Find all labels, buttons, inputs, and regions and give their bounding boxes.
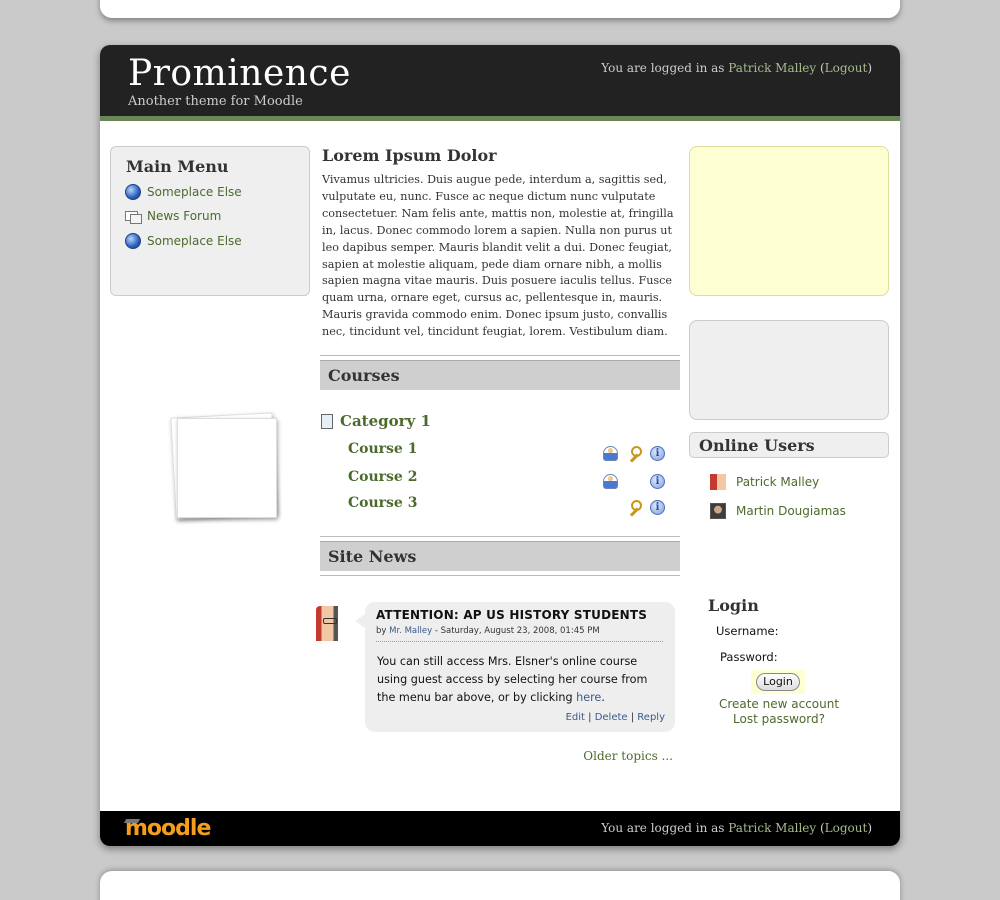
post-author-link[interactable]: Mr. Malley <box>389 626 432 636</box>
page-container: Prominence Another theme for Moodle You … <box>100 45 900 846</box>
password-label: Password: <box>720 650 778 664</box>
divider <box>320 575 680 576</box>
courses-heading-bar: Courses <box>320 360 680 390</box>
online-user-2[interactable]: Martin Dougiamas <box>710 503 846 519</box>
post-title[interactable]: ATTENTION: AP US HISTORY STUDENTS <box>376 608 647 622</box>
courses-heading: Courses <box>328 366 400 385</box>
site-news-heading: Site News <box>328 547 417 566</box>
menu-item-label: Someplace Else <box>147 234 242 248</box>
login-block-title: Login <box>708 596 759 615</box>
create-account-link[interactable]: Create new account <box>699 697 859 711</box>
login-button[interactable]: Login <box>756 673 800 691</box>
logout-link[interactable]: Logout <box>825 61 868 75</box>
info-icon[interactable]: i <box>650 500 665 515</box>
main-menu-block: Main Menu Someplace Else News Forum Some… <box>110 146 310 296</box>
post-here-link[interactable]: here <box>576 691 601 704</box>
site-news-heading-bar: Site News <box>320 541 680 571</box>
guest-access-icon[interactable] <box>603 446 618 461</box>
lost-password-link[interactable]: Lost password? <box>699 712 859 726</box>
online-users-header: Online Users <box>689 432 889 458</box>
delete-link[interactable]: Delete <box>595 712 628 723</box>
next-page-card <box>100 871 900 900</box>
post-actions: Edit | Delete | Reply <box>565 712 665 723</box>
online-user-name: Patrick Malley <box>736 475 820 489</box>
site-footer: moodle You are logged in as Patrick Mall… <box>100 811 900 846</box>
site-title[interactable]: Prominence <box>128 53 351 94</box>
login-prefix: You are logged in as <box>601 61 725 75</box>
course-link-1[interactable]: Course 1 <box>348 441 417 457</box>
menu-item-someplace-else-2[interactable]: Someplace Else <box>125 233 242 249</box>
online-user-1[interactable]: Patrick Malley <box>710 474 819 490</box>
previous-page-card <box>100 0 900 18</box>
author-avatar[interactable] <box>316 606 338 641</box>
footer-logout-link[interactable]: Logout <box>825 821 868 835</box>
post-body: You can still access Mrs. Elsner's onlin… <box>377 655 648 704</box>
forum-post: ATTENTION: AP US HISTORY STUDENTS by Mr.… <box>355 602 675 732</box>
main-menu-title: Main Menu <box>126 157 229 176</box>
user-avatar <box>710 474 726 490</box>
login-info: You are logged in as Patrick Malley (Log… <box>601 61 872 75</box>
category-link[interactable]: Category 1 <box>340 412 431 430</box>
username-label: Username: <box>716 624 779 638</box>
menu-item-label: News Forum <box>147 209 222 223</box>
site-header: Prominence Another theme for Moodle You … <box>100 45 900 121</box>
guest-access-icon[interactable] <box>603 474 618 489</box>
post-byline: by Mr. Malley - Saturday, August 23, 200… <box>376 626 600 636</box>
divider <box>320 536 680 537</box>
empty-side-block <box>689 320 889 420</box>
post-by-prefix: by <box>376 626 387 636</box>
course-link-3[interactable]: Course 3 <box>348 495 417 511</box>
older-topics-link[interactable]: Older topics ... <box>583 749 673 763</box>
paper-front <box>177 418 277 518</box>
globe-icon <box>125 184 141 200</box>
menu-item-news-forum[interactable]: News Forum <box>125 209 222 224</box>
divider <box>320 355 680 356</box>
menu-item-someplace-else-1[interactable]: Someplace Else <box>125 184 242 200</box>
key-icon[interactable] <box>627 500 642 515</box>
moodle-logo[interactable]: moodle <box>125 816 211 841</box>
post-date: - Saturday, August 23, 2008, 01:45 PM <box>434 626 600 636</box>
post-divider <box>376 641 663 642</box>
yellow-side-block <box>689 146 889 296</box>
online-user-name: Martin Dougiamas <box>736 504 846 518</box>
user-avatar <box>710 503 726 519</box>
intro-title: Lorem Ipsum Dolor <box>322 146 497 165</box>
forum-icon <box>125 209 142 224</box>
site-subtitle: Another theme for Moodle <box>128 94 303 109</box>
info-icon[interactable]: i <box>650 446 665 461</box>
footer-login-info: You are logged in as Patrick Malley (Log… <box>601 821 872 835</box>
login-button-area: Login <box>751 670 805 694</box>
footer-login-prefix: You are logged in as <box>601 821 725 835</box>
intro-text: Vivamus ultricies. Duis augue pede, inte… <box>322 173 674 339</box>
info-icon[interactable]: i <box>650 474 665 489</box>
category-icon <box>321 414 333 429</box>
globe-icon <box>125 233 141 249</box>
menu-item-label: Someplace Else <box>147 185 242 199</box>
footer-user-link[interactable]: Patrick Malley <box>728 821 816 835</box>
post-body-text: You can still access Mrs. Elsner's onlin… <box>377 655 648 704</box>
user-profile-link[interactable]: Patrick Malley <box>728 61 816 75</box>
course-link-2[interactable]: Course 2 <box>348 469 417 485</box>
key-icon[interactable] <box>627 446 642 461</box>
edit-link[interactable]: Edit <box>566 712 585 723</box>
reply-link[interactable]: Reply <box>637 712 665 723</box>
online-users-title: Online Users <box>699 436 815 455</box>
